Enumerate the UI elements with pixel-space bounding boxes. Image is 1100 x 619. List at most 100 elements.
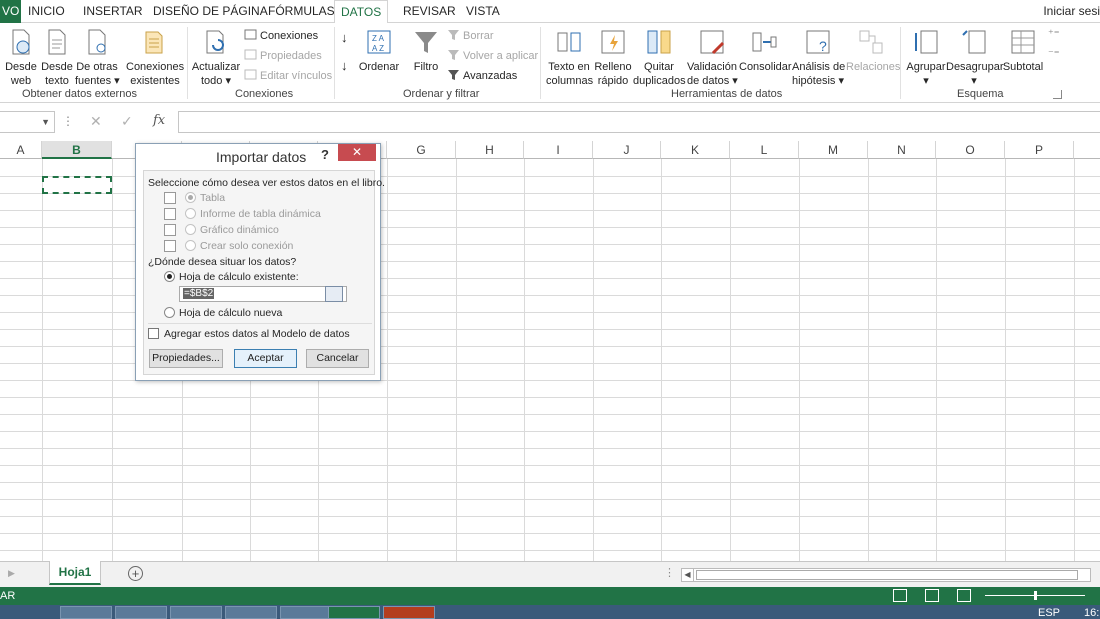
collapse-dialog-icon[interactable] bbox=[325, 286, 343, 302]
edit-links-button[interactable]: Editar vínculos bbox=[244, 68, 332, 83]
column-header[interactable]: M bbox=[799, 141, 868, 159]
advanced-filter-button[interactable]: Avanzadas bbox=[447, 68, 517, 83]
column-header[interactable]: I bbox=[524, 141, 593, 159]
subtotal-button[interactable]: Subtotal bbox=[1002, 27, 1044, 74]
column-header[interactable]: A bbox=[0, 141, 42, 159]
chevron-down-icon[interactable]: ▼ bbox=[41, 117, 50, 127]
properties-button[interactable]: Propiedades... bbox=[149, 349, 223, 368]
status-text: AR bbox=[0, 590, 16, 602]
app-taskbar-icon[interactable] bbox=[170, 606, 222, 619]
excel-taskbar-icon[interactable] bbox=[328, 606, 380, 619]
data-model-checkbox[interactable] bbox=[148, 328, 159, 339]
scroll-split-handle-icon[interactable]: ⋮ bbox=[664, 566, 675, 579]
option-connection-only-radio[interactable] bbox=[185, 240, 196, 251]
selected-cell-marquee[interactable] bbox=[42, 176, 112, 194]
ungroup-button[interactable]: Desagrupar ▾ bbox=[946, 27, 1003, 88]
sort-az-button[interactable]: ↓ bbox=[341, 31, 348, 45]
language-indicator[interactable]: ESP bbox=[1038, 607, 1060, 619]
consolidate-button[interactable]: Consolidar bbox=[739, 27, 792, 74]
relationships-button[interactable]: Relaciones bbox=[846, 27, 900, 74]
name-box[interactable]: ▼ bbox=[0, 111, 55, 133]
grid-row-line bbox=[0, 414, 1100, 415]
filter-button[interactable]: Filtro bbox=[409, 27, 443, 74]
page-layout-view-icon[interactable] bbox=[925, 589, 939, 602]
grid-row-line bbox=[0, 465, 1100, 466]
sign-in-link[interactable]: Iniciar sesi bbox=[1043, 0, 1100, 23]
remove-duplicates-icon bbox=[647, 30, 671, 54]
zoom-slider-knob[interactable] bbox=[1034, 591, 1037, 600]
existing-connections-button[interactable]: Conexiones existentes bbox=[126, 27, 184, 88]
browser-taskbar-icon[interactable] bbox=[115, 606, 167, 619]
connections-folder-icon bbox=[145, 31, 163, 54]
normal-view-icon[interactable] bbox=[893, 589, 907, 602]
file-explorer-taskbar-icon[interactable] bbox=[60, 606, 112, 619]
sheet-tab-hoja1[interactable]: Hoja1 bbox=[49, 561, 101, 585]
filter-funnel-icon bbox=[415, 32, 437, 53]
tab-formulas[interactable]: FÓRMULAS bbox=[262, 0, 341, 23]
resize-handle-icon[interactable]: ⋮ bbox=[62, 114, 74, 128]
tab-datos[interactable]: DATOS bbox=[334, 0, 389, 24]
scrollbar-thumb[interactable] bbox=[696, 570, 1078, 580]
insert-function-button[interactable]: fx bbox=[153, 113, 165, 128]
group-button[interactable]: Agrupar ▾ bbox=[904, 27, 948, 88]
reapply-button[interactable]: Volver a aplicar bbox=[447, 48, 538, 63]
add-sheet-icon[interactable]: + bbox=[128, 566, 143, 581]
text-to-columns-button[interactable]: Texto en columnas bbox=[546, 27, 593, 88]
column-header[interactable]: K bbox=[661, 141, 730, 159]
tab-diseno-pagina[interactable]: DISEÑO DE PÁGINA bbox=[147, 0, 274, 23]
sort-za-button[interactable]: ↓ bbox=[341, 59, 348, 73]
tab-file[interactable]: VO bbox=[0, 0, 22, 23]
cancel-button[interactable]: Cancelar bbox=[306, 349, 369, 368]
from-text-button[interactable]: Desde texto bbox=[40, 27, 74, 88]
option-pivot-chart-radio[interactable] bbox=[185, 224, 196, 235]
formula-input[interactable] bbox=[178, 111, 1100, 133]
show-detail-button[interactable]: ⁺⁼ bbox=[1048, 27, 1060, 41]
horizontal-scrollbar[interactable]: ◀ bbox=[681, 568, 1091, 582]
column-header[interactable]: O bbox=[936, 141, 1005, 159]
column-header[interactable]: H bbox=[456, 141, 524, 159]
column-header[interactable]: G bbox=[387, 141, 456, 159]
page-break-view-icon[interactable] bbox=[957, 589, 971, 602]
column-header[interactable]: P bbox=[1005, 141, 1074, 159]
remove-duplicates-button[interactable]: Quitar duplicados bbox=[633, 27, 686, 88]
hide-detail-button[interactable]: ⁻⁼ bbox=[1048, 47, 1060, 61]
clock[interactable]: 16: bbox=[1084, 607, 1099, 619]
column-header[interactable] bbox=[1074, 141, 1100, 159]
flash-fill-button[interactable]: Relleno rápido bbox=[594, 27, 632, 88]
cancel-entry-icon[interactable]: ✕ bbox=[90, 113, 102, 130]
sort-button[interactable]: Z AA Z Ordenar bbox=[358, 27, 400, 74]
app-taskbar-icon[interactable] bbox=[280, 606, 332, 619]
from-web-button[interactable]: Desde web bbox=[4, 27, 38, 88]
properties-button[interactable]: Propiedades bbox=[244, 48, 322, 63]
tab-inicio[interactable]: INICIO bbox=[22, 0, 71, 23]
tab-vista[interactable]: VISTA bbox=[460, 0, 506, 23]
outline-dialog-launcher-icon[interactable] bbox=[1053, 90, 1062, 99]
sheet-nav-right-icon[interactable]: ▶ bbox=[8, 568, 15, 579]
powerpoint-taskbar-icon[interactable] bbox=[383, 606, 435, 619]
what-if-analysis-button[interactable]: ? Análisis de hipótesis ▾ bbox=[792, 27, 845, 88]
refresh-all-button[interactable]: Actualizar todo ▾ bbox=[191, 27, 241, 88]
column-header-selected[interactable]: B bbox=[42, 141, 112, 159]
help-button[interactable]: ? bbox=[321, 147, 329, 162]
tab-insertar[interactable]: INSERTAR bbox=[77, 0, 149, 23]
column-header[interactable]: J bbox=[593, 141, 661, 159]
tab-revisar[interactable]: REVISAR bbox=[397, 0, 462, 23]
scroll-left-icon[interactable]: ◀ bbox=[682, 569, 694, 581]
reference-input[interactable]: =$B$2 bbox=[179, 286, 347, 302]
new-sheet-radio[interactable] bbox=[164, 307, 175, 318]
column-header[interactable]: N bbox=[868, 141, 936, 159]
close-icon[interactable]: ✕ bbox=[338, 144, 376, 161]
option-table-radio[interactable] bbox=[185, 192, 196, 203]
sort-ascending-icon: ↓ bbox=[341, 30, 348, 45]
confirm-entry-icon[interactable]: ✓ bbox=[121, 113, 133, 130]
other-sources-button[interactable]: De otras fuentes ▾ bbox=[75, 27, 120, 88]
data-validation-button[interactable]: Validación de datos ▾ bbox=[687, 27, 738, 88]
app-taskbar-icon[interactable] bbox=[225, 606, 277, 619]
option-pivot-table-radio[interactable] bbox=[185, 208, 196, 219]
accept-button[interactable]: Aceptar bbox=[234, 349, 297, 368]
connections-button[interactable]: Conexiones bbox=[244, 28, 318, 43]
clear-filter-button[interactable]: Borrar bbox=[447, 28, 494, 43]
existing-sheet-radio[interactable] bbox=[164, 271, 175, 282]
group-label-connections: Conexiones bbox=[235, 88, 294, 100]
column-header[interactable]: L bbox=[730, 141, 799, 159]
